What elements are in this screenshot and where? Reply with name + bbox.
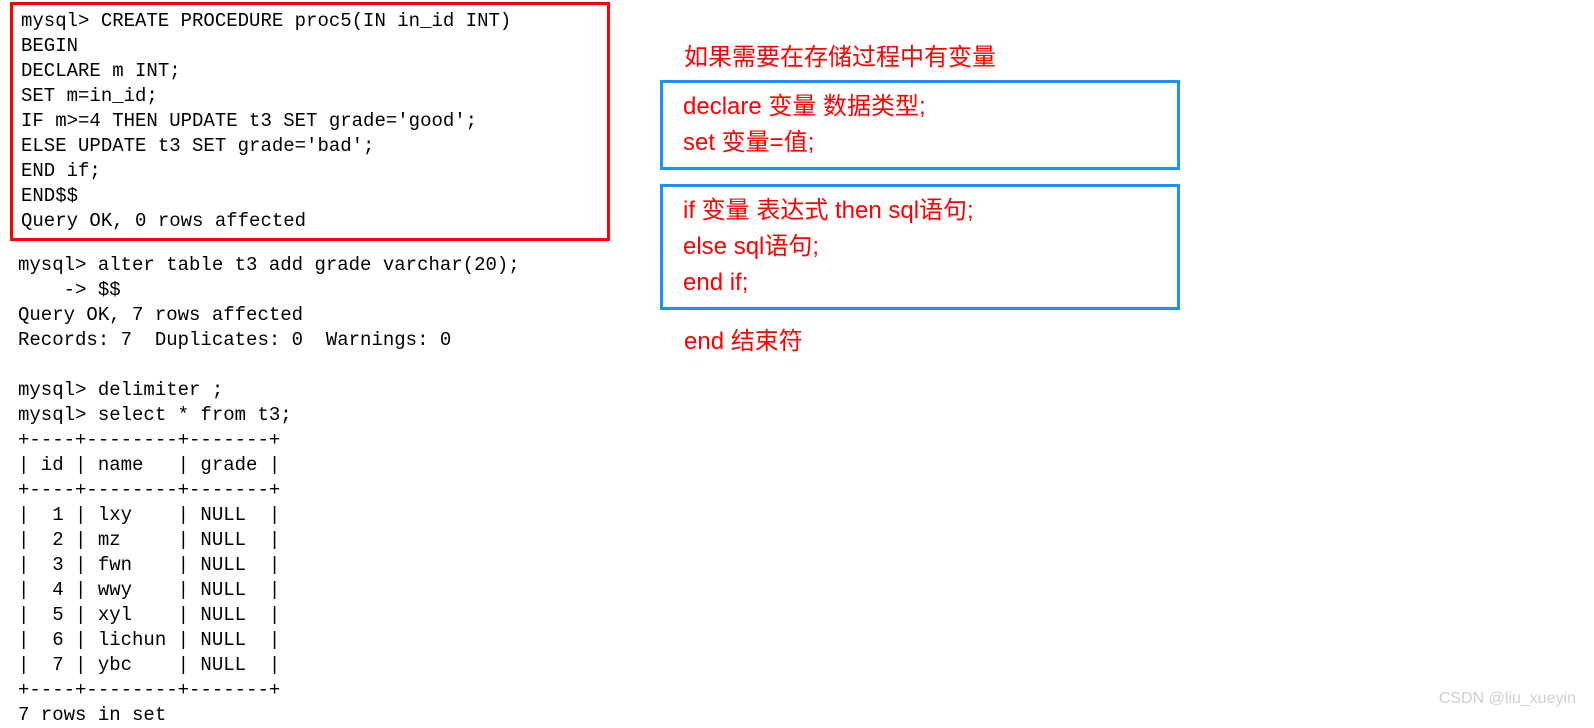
annotation-panel: 如果需要在存储过程中有变量 declare 变量 数据类型; set 变量=值;…	[660, 40, 1180, 360]
annotation-declare-line: declare 变量 数据类型;	[683, 89, 1157, 125]
annotation-end-line: end 结束符	[660, 324, 1180, 360]
annotation-box-if: if 变量 表达式 then sql语句; else sql语句; end if…	[660, 184, 1180, 310]
annotation-else-line: else sql语句;	[683, 229, 1157, 265]
annotation-set-line: set 变量=值;	[683, 125, 1157, 161]
annotation-endif-line: end if;	[683, 265, 1157, 301]
annotation-heading: 如果需要在存储过程中有变量	[660, 40, 1180, 76]
annotation-box-declare: declare 变量 数据类型; set 变量=值;	[660, 80, 1180, 170]
watermark: CSDN @liu_xueyin	[1439, 690, 1576, 708]
annotation-if-line: if 变量 表达式 then sql语句;	[683, 193, 1157, 229]
terminal-panel: mysql> CREATE PROCEDURE proc5(IN in_id I…	[10, 0, 610, 728]
sql-query-block: mysql> alter table t3 add grade varchar(…	[10, 253, 610, 728]
sql-procedure-block: mysql> CREATE PROCEDURE proc5(IN in_id I…	[10, 2, 610, 241]
